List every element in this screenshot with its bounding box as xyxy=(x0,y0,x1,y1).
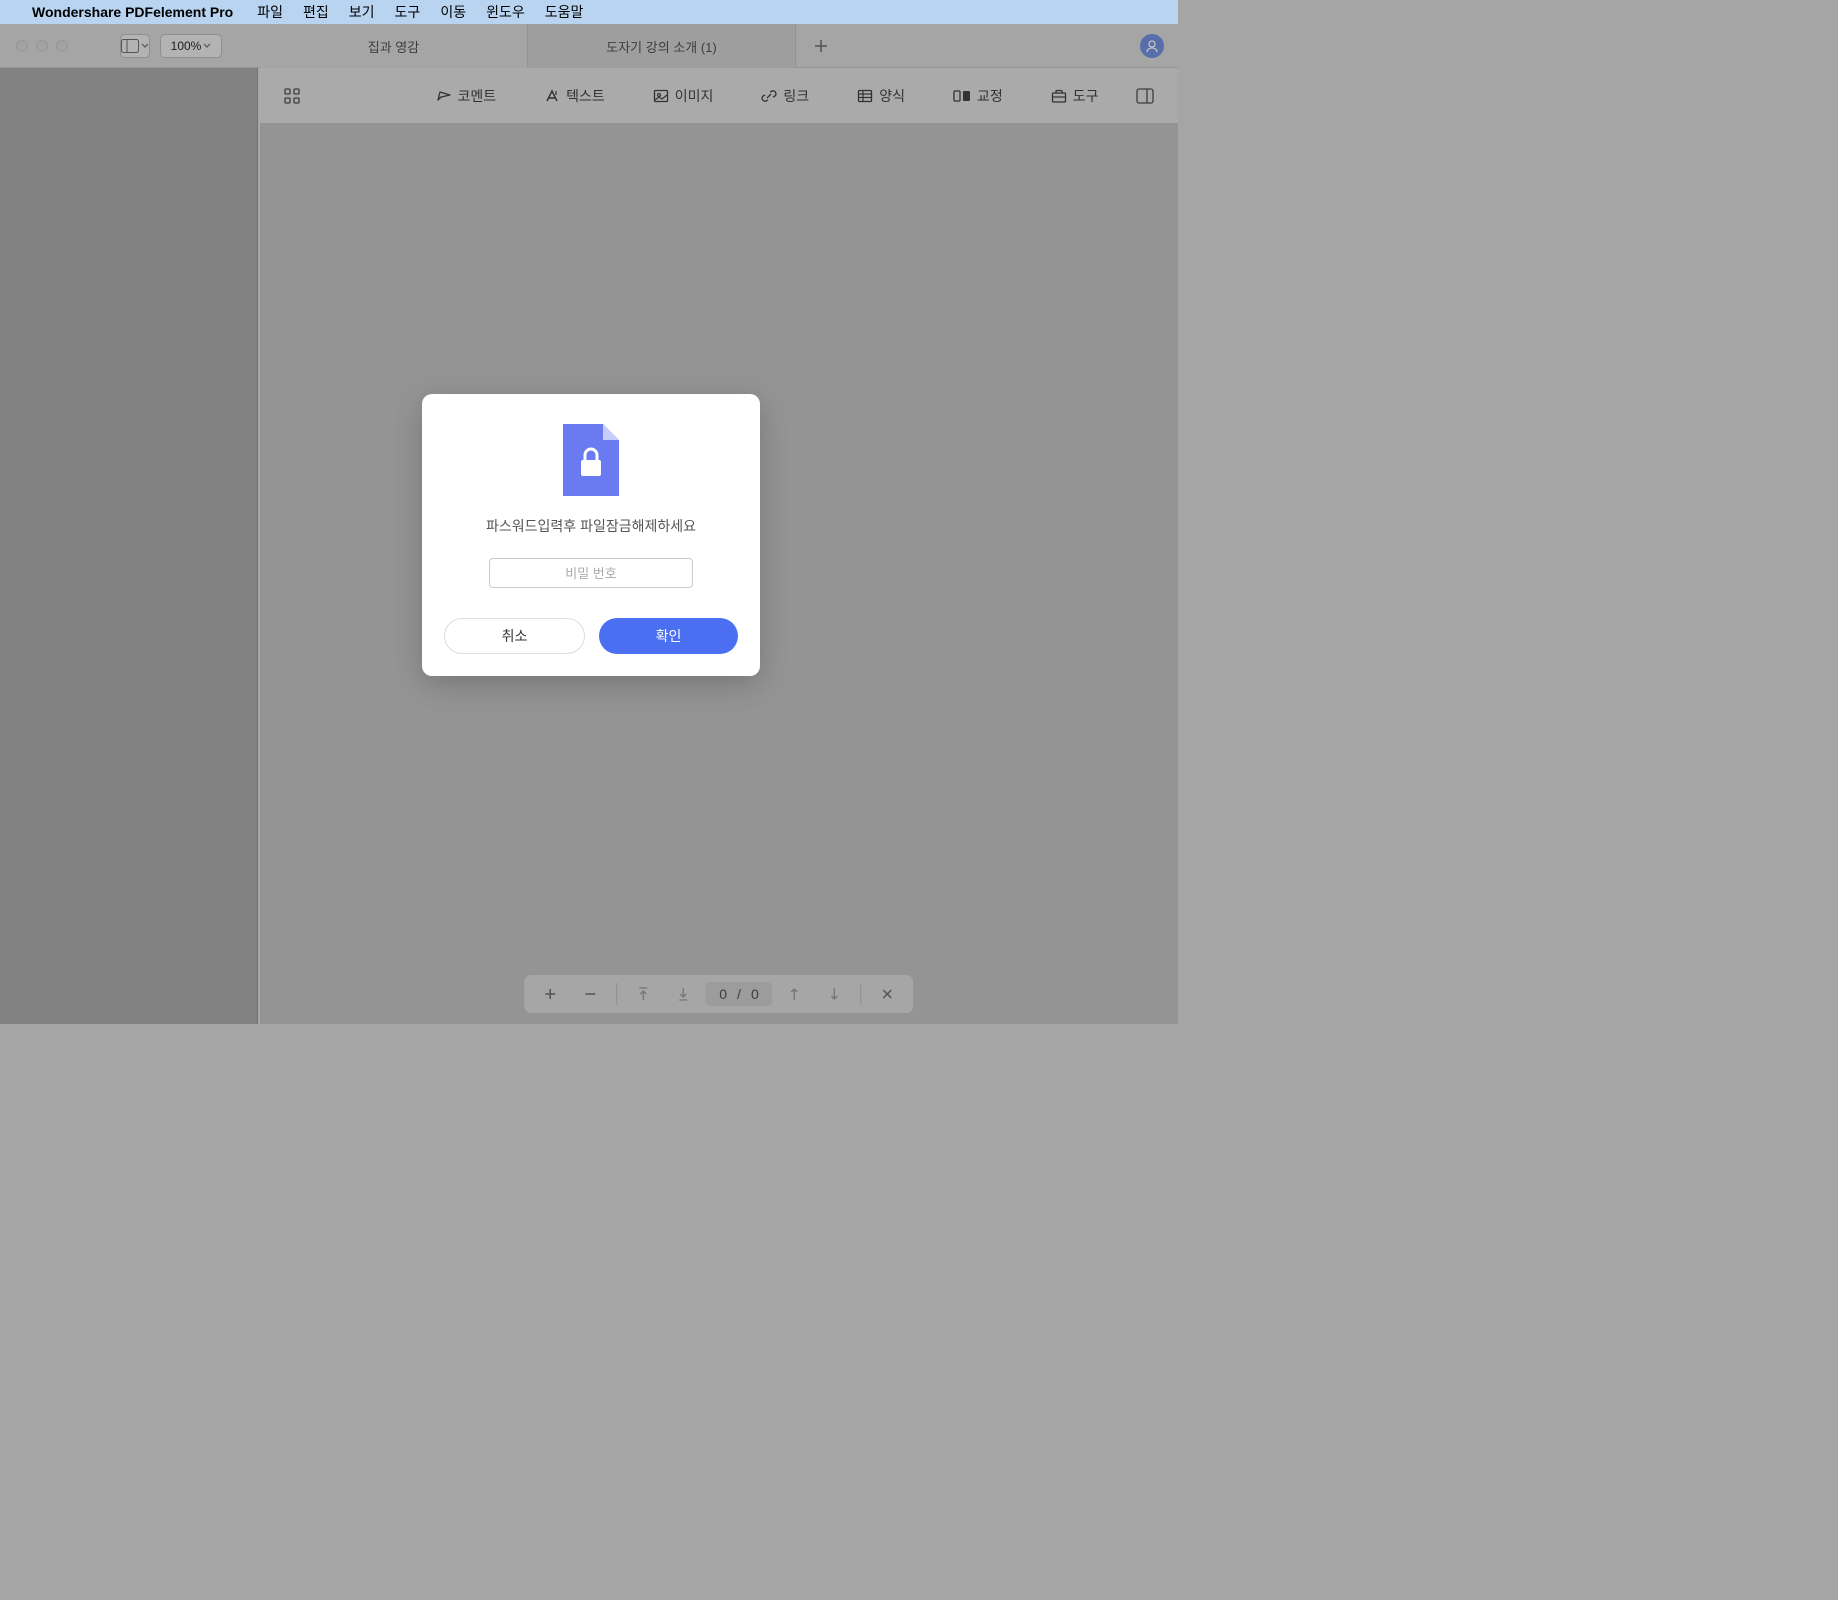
menu-window[interactable]: 윈도우 xyxy=(486,2,525,22)
titlebar: 100% 집과 영감 도자기 강의 소개 (1) xyxy=(0,24,1178,68)
menu-view[interactable]: 보기 xyxy=(349,2,375,22)
page-indicator[interactable]: 0 / 0 xyxy=(705,982,772,1006)
tool-tools[interactable]: 도구 xyxy=(1051,86,1099,106)
arrow-up-bar-icon xyxy=(637,987,649,1001)
panel-icon xyxy=(1136,88,1154,104)
tool-image[interactable]: 이미지 xyxy=(653,86,714,106)
password-dialog: 파스워드입력후 파일잠금해제하세요 취소 확인 xyxy=(422,394,760,676)
tool-form[interactable]: 양식 xyxy=(857,86,905,106)
plus-icon xyxy=(814,39,828,53)
zoom-selector[interactable]: 100% xyxy=(160,34,222,58)
form-icon xyxy=(857,88,873,104)
toolbox-icon xyxy=(1051,88,1067,104)
page-sep: / xyxy=(737,986,741,1002)
plus-icon xyxy=(543,987,557,1001)
dialog-message: 파스워드입력후 파일잠금해제하세요 xyxy=(486,516,696,536)
menu-help[interactable]: 도움말 xyxy=(545,2,584,22)
comment-icon xyxy=(436,88,452,104)
arrow-down-bar-icon xyxy=(677,987,689,1001)
zoom-value: 100% xyxy=(171,39,202,53)
password-input[interactable] xyxy=(489,558,693,588)
maximize-window-button[interactable] xyxy=(56,40,68,52)
cancel-button[interactable]: 취소 xyxy=(444,618,585,654)
text-icon xyxy=(544,88,560,104)
sidebar-toggle-button[interactable] xyxy=(120,34,150,58)
page-navigation-bar: 0 / 0 xyxy=(523,974,914,1014)
arrow-up-icon xyxy=(789,987,801,1001)
close-bar-button[interactable] xyxy=(870,978,906,1010)
link-icon xyxy=(761,88,777,104)
confirm-button[interactable]: 확인 xyxy=(599,618,738,654)
image-icon xyxy=(653,88,669,104)
prev-page-button[interactable] xyxy=(777,978,813,1010)
grid-icon xyxy=(284,88,300,104)
system-menubar: Wondershare PDFelement Pro 파일 편집 보기 도구 이… xyxy=(0,0,1178,24)
thumbnails-toggle[interactable] xyxy=(284,88,300,104)
zoom-out-button[interactable] xyxy=(572,978,608,1010)
app-name[interactable]: Wondershare PDFelement Pro xyxy=(32,4,233,20)
menu-go[interactable]: 이동 xyxy=(440,2,466,22)
main-toolbar: 코멘트 텍스트 이미지 링크 양식 교정 xyxy=(260,68,1178,124)
tool-comment[interactable]: 코멘트 xyxy=(436,86,497,106)
document-tabs: 집과 영감 도자기 강의 소개 (1) xyxy=(260,24,846,68)
user-avatar[interactable] xyxy=(1140,34,1164,58)
tool-link[interactable]: 링크 xyxy=(761,86,809,106)
user-icon xyxy=(1145,39,1159,53)
menu-tools[interactable]: 도구 xyxy=(395,2,421,22)
first-page-button[interactable] xyxy=(625,978,661,1010)
arrow-down-icon xyxy=(829,987,841,1001)
panel-toggle-button[interactable] xyxy=(1136,88,1154,104)
total-pages: 0 xyxy=(751,986,759,1002)
menu-file[interactable]: 파일 xyxy=(257,2,283,22)
sidebar-panel xyxy=(0,24,258,1024)
current-page: 0 xyxy=(719,986,727,1002)
tab-document-2[interactable]: 도자기 강의 소개 (1) xyxy=(528,24,796,68)
next-page-button[interactable] xyxy=(817,978,853,1010)
zoom-in-button[interactable] xyxy=(532,978,568,1010)
new-tab-button[interactable] xyxy=(796,24,846,68)
tab-document-1[interactable]: 집과 영감 xyxy=(260,24,528,68)
redact-icon xyxy=(953,88,971,104)
minimize-window-button[interactable] xyxy=(36,40,48,52)
close-window-button[interactable] xyxy=(16,40,28,52)
tool-text[interactable]: 텍스트 xyxy=(544,86,605,106)
tool-redact[interactable]: 교정 xyxy=(953,86,1003,106)
traffic-lights xyxy=(0,40,68,52)
last-page-button[interactable] xyxy=(665,978,701,1010)
menu-edit[interactable]: 편집 xyxy=(303,2,329,22)
locked-file-icon xyxy=(563,424,619,496)
close-icon xyxy=(882,988,894,1000)
minus-icon xyxy=(583,987,597,1001)
